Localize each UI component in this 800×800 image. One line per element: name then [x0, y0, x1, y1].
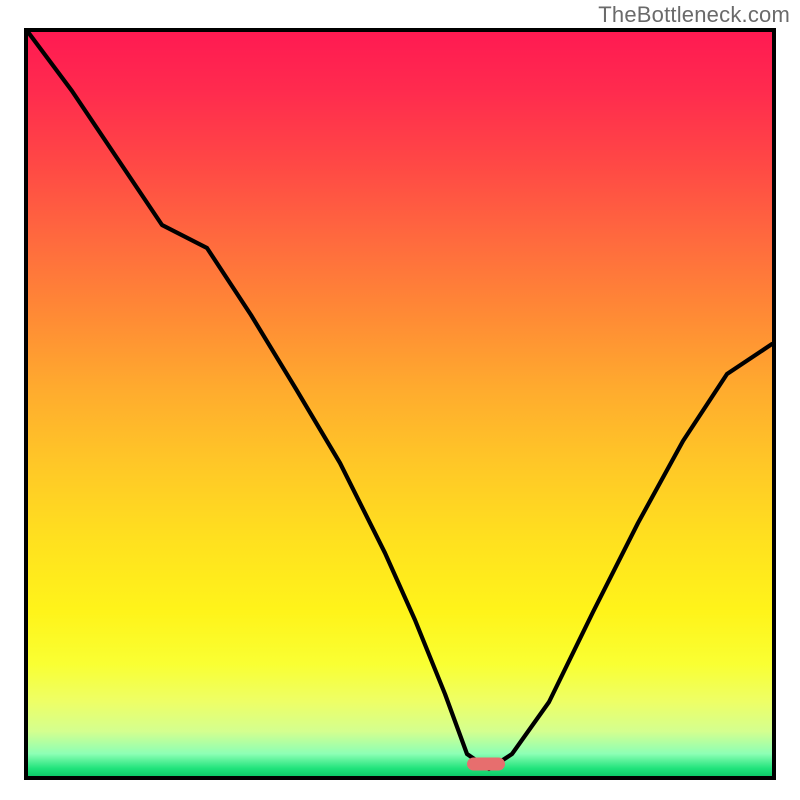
- optimal-point-marker: [467, 758, 505, 771]
- chart-container: TheBottleneck.com: [0, 0, 800, 800]
- watermark-text: TheBottleneck.com: [598, 2, 790, 28]
- plot-area: [24, 28, 776, 780]
- bottleneck-curve-path: [28, 32, 772, 769]
- bottleneck-curve-svg: [28, 32, 772, 776]
